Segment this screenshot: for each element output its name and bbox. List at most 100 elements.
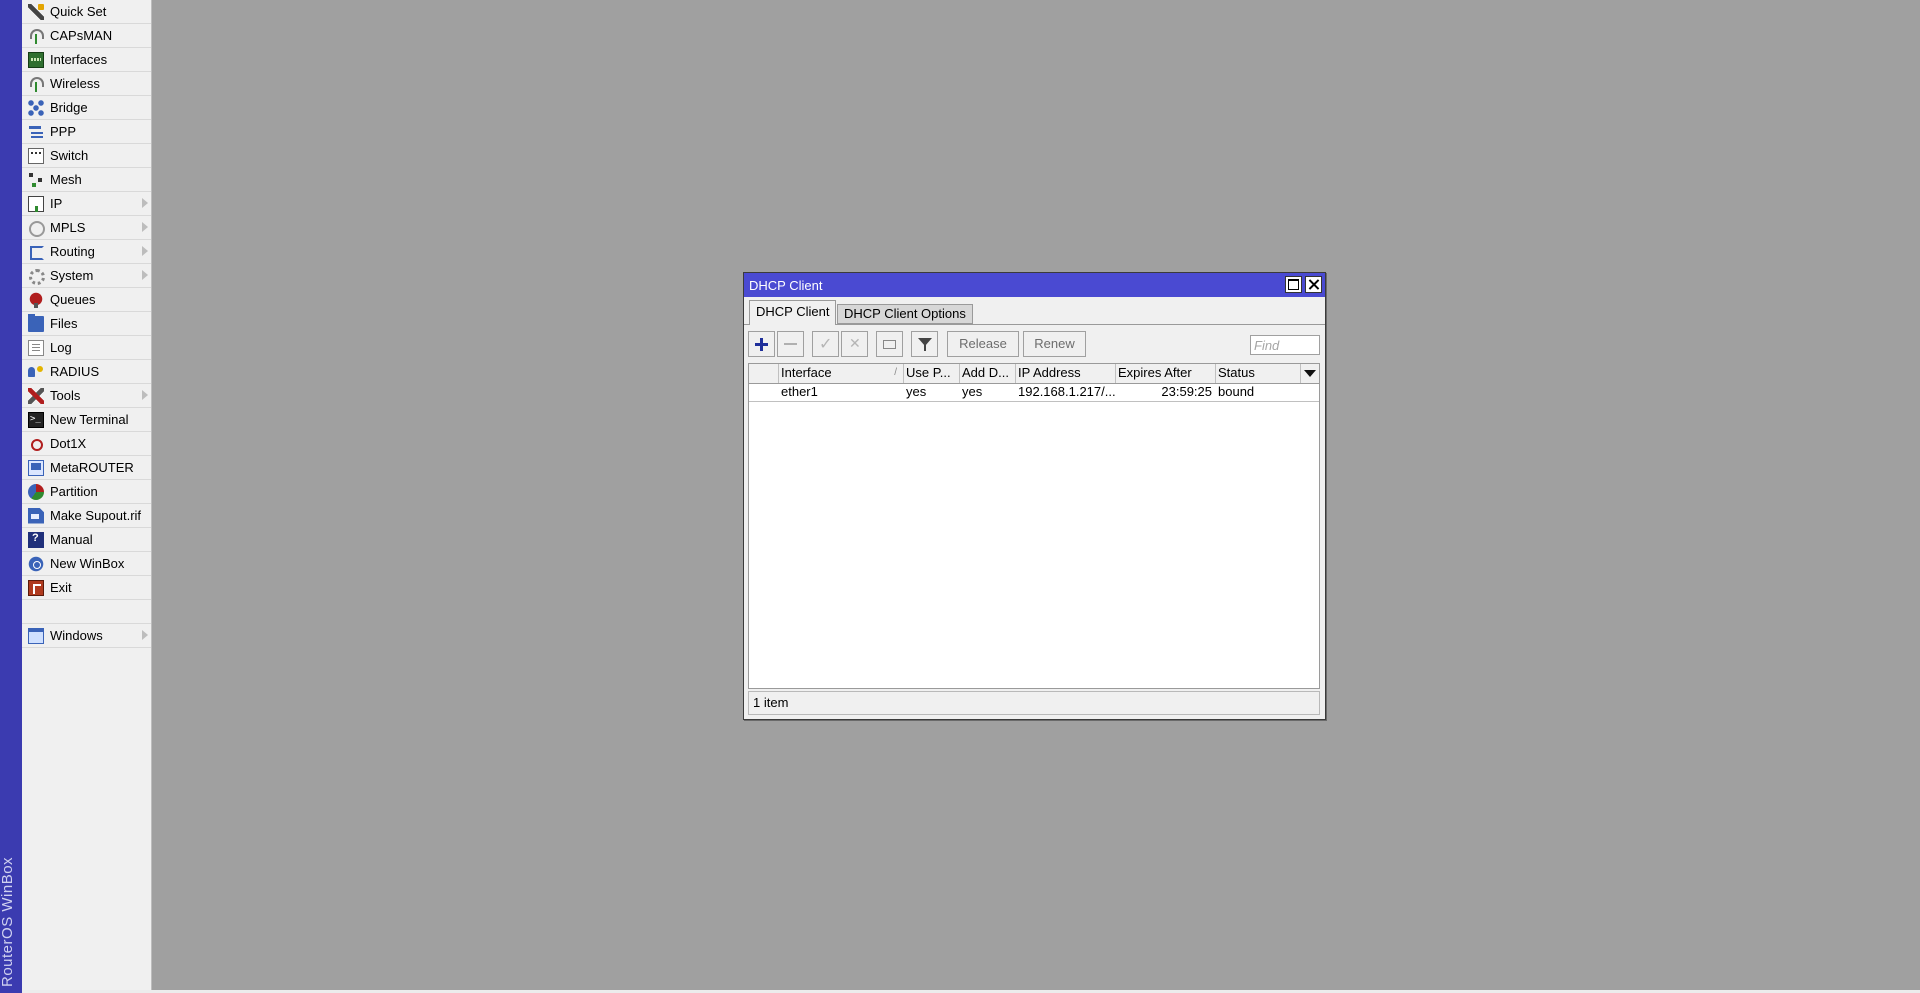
sidebar-item-label: Manual: [50, 532, 93, 547]
dhcp-client-table: Interface Use P... Add D... IP Address E…: [748, 363, 1320, 689]
sidebar-item-routing[interactable]: Routing: [22, 240, 151, 264]
column-header-add-default-route[interactable]: Add D...: [960, 364, 1016, 383]
comment-button[interactable]: [876, 331, 903, 357]
sidebar-item-bridge[interactable]: Bridge: [22, 96, 151, 120]
column-header-status[interactable]: Status: [1216, 364, 1301, 383]
sidebar-item-label: System: [50, 268, 94, 283]
sidebar-item-log[interactable]: Log: [22, 336, 151, 360]
antenna-icon: [28, 28, 44, 44]
column-menu-dropdown[interactable]: [1301, 364, 1319, 383]
sidebar-item-interfaces[interactable]: Interfaces: [22, 48, 151, 72]
sidebar-item-label: Quick Set: [50, 4, 107, 19]
supout-icon: [28, 507, 44, 524]
sidebar-item-make-supout-rif[interactable]: Make Supout.rif: [22, 504, 151, 528]
close-button[interactable]: [1305, 276, 1322, 293]
sidebar-item-mesh[interactable]: Mesh: [22, 168, 151, 192]
column-header-ip-address[interactable]: IP Address: [1016, 364, 1116, 383]
maximize-button[interactable]: [1285, 276, 1302, 293]
network-card-icon: [28, 51, 44, 68]
cell-flags: [749, 384, 779, 401]
sidebar-item-label: New WinBox: [50, 556, 125, 571]
manual-icon: [28, 531, 44, 548]
table-row[interactable]: ether1 yes yes 192.168.1.217/... 23:59:2…: [749, 384, 1319, 402]
partition-icon: [28, 483, 44, 500]
sidebar-item-radius[interactable]: RADIUS: [22, 360, 151, 384]
sidebar-item-system[interactable]: System: [22, 264, 151, 288]
tools-icon: [28, 387, 44, 404]
sidebar-item-mpls[interactable]: MPLS: [22, 216, 151, 240]
brand-label: RouterOS WinBox: [0, 856, 16, 987]
sidebar-item-label: Switch: [50, 148, 89, 163]
folder-icon: [28, 313, 44, 332]
cell-use-peer-dns: yes: [906, 384, 927, 399]
sidebar-item-label: Make Supout.rif: [50, 508, 142, 523]
sidebar-item-label: Bridge: [50, 100, 88, 115]
dot1x-icon: [28, 436, 44, 452]
sidebar-item-capsman[interactable]: CAPsMAN: [22, 24, 151, 48]
radius-icon: [28, 364, 44, 380]
tab-dhcp-client[interactable]: DHCP Client: [749, 300, 837, 325]
enable-button[interactable]: [812, 331, 839, 357]
column-header-expires-after[interactable]: Expires After: [1116, 364, 1216, 383]
sidebar-item-exit[interactable]: Exit: [22, 576, 151, 600]
dhcp-client-window: DHCP Client DHCP Client DHCP Client Opti…: [743, 272, 1326, 720]
tab-bar: DHCP Client DHCP Client Options: [744, 297, 1325, 325]
window-titlebar[interactable]: DHCP Client: [744, 273, 1325, 297]
sidebar-item-ip[interactable]: IP: [22, 192, 151, 216]
sidebar-item-label: Routing: [50, 244, 95, 259]
cell-expires-after: 23:59:25: [1161, 384, 1212, 399]
menu-separator: [22, 600, 151, 624]
sidebar-item-new-terminal[interactable]: New Terminal: [22, 408, 151, 432]
bridge-icon: [28, 99, 44, 116]
column-header-interface[interactable]: Interface: [779, 364, 904, 383]
table-header: Interface Use P... Add D... IP Address E…: [749, 364, 1319, 384]
cell-status: bound: [1218, 384, 1255, 399]
sidebar-item-label: Log: [50, 340, 72, 355]
sidebar-item-new-winbox[interactable]: New WinBox: [22, 552, 151, 576]
ppp-icon: [28, 124, 44, 140]
sidebar-item-ppp[interactable]: PPP: [22, 120, 151, 144]
sidebar-item-label: Tools: [50, 388, 81, 403]
menu-list: Quick Set CAPsMAN Interfaces Wireless Bridge…: [22, 0, 151, 648]
sidebar-item-label: Files: [50, 316, 78, 331]
find-input[interactable]: [1250, 335, 1320, 355]
sidebar-item-label: PPP: [50, 124, 77, 139]
column-header-flags[interactable]: [749, 364, 779, 383]
column-header-use-peer-dns[interactable]: Use P...: [904, 364, 960, 383]
tab-dhcp-client-options[interactable]: DHCP Client Options: [837, 304, 973, 324]
ip-icon: [28, 195, 44, 212]
renew-button[interactable]: Renew: [1023, 331, 1086, 357]
sidebar-item-label: New Terminal: [50, 412, 129, 427]
terminal-icon: [28, 411, 44, 428]
sidebar-item-queues[interactable]: Queues: [22, 288, 151, 312]
cell-add-default-route: yes: [962, 384, 983, 399]
sidebar-item-wireless[interactable]: Wireless: [22, 72, 151, 96]
sidebar-item-switch[interactable]: Switch: [22, 144, 151, 168]
brand-strip: RouterOS WinBox: [0, 0, 22, 993]
sidebar-item-manual[interactable]: Manual: [22, 528, 151, 552]
winbox-icon: [28, 555, 44, 572]
add-button[interactable]: [748, 331, 775, 357]
toolbar: Release Renew: [744, 325, 1325, 359]
gear-icon: [28, 268, 45, 285]
sidebar-item-quick-set[interactable]: Quick Set: [22, 0, 151, 24]
cell-ip-address: 192.168.1.217/...: [1018, 384, 1116, 399]
sidebar-item-files[interactable]: Files: [22, 312, 151, 336]
remove-button[interactable]: [777, 331, 804, 357]
status-bar: 1 item: [748, 691, 1320, 715]
switch-icon: [28, 147, 44, 164]
sidebar-item-dot1x[interactable]: Dot1X: [22, 432, 151, 456]
sidebar-item-label: Partition: [50, 484, 98, 499]
disable-button[interactable]: [841, 331, 868, 357]
release-button[interactable]: Release: [947, 331, 1019, 357]
sidebar-item-label: MPLS: [50, 220, 86, 235]
sidebar-item-metarouter[interactable]: MetaROUTER: [22, 456, 151, 480]
sidebar-item-windows[interactable]: Windows: [22, 624, 151, 648]
windows-icon: [28, 627, 44, 644]
sidebar-item-partition[interactable]: Partition: [22, 480, 151, 504]
filter-button[interactable]: [911, 331, 938, 357]
mesh-icon: [28, 172, 44, 188]
sidebar-item-tools[interactable]: Tools: [22, 384, 151, 408]
sidebar-item-label: Mesh: [50, 172, 82, 187]
sidebar-item-label: Queues: [50, 292, 96, 307]
